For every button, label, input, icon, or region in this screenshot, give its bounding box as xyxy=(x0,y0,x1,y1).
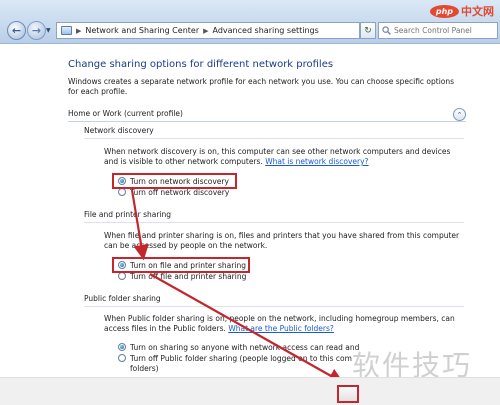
radio-button[interactable] xyxy=(118,272,126,280)
radio-button[interactable] xyxy=(118,177,126,185)
radio-turn-on-network-discovery[interactable]: Turn on network discovery xyxy=(118,176,229,186)
radio-button[interactable] xyxy=(118,188,126,196)
search-icon xyxy=(382,26,391,35)
radio-label[interactable]: Turn on network discovery xyxy=(130,177,229,186)
search-input[interactable] xyxy=(382,26,497,35)
breadcrumb-separator[interactable]: ▶ xyxy=(76,27,81,35)
radio-turn-on-file-sharing[interactable]: Turn on file and printer sharing xyxy=(118,260,246,270)
address-bar[interactable]: ▶ Network and Sharing Center ▶ Advanced … xyxy=(56,22,360,39)
radio-label[interactable]: Turn off file and printer sharing xyxy=(130,272,246,281)
page-intro: Windows creates a separate network profi… xyxy=(68,77,455,96)
radio-label[interactable]: Turn off network discovery xyxy=(130,188,229,197)
save-changes-button[interactable] xyxy=(337,385,359,403)
breadcrumb-advanced-sharing[interactable]: Advanced sharing settings xyxy=(213,26,319,35)
network-discovery-help-link[interactable]: What is network discovery? xyxy=(265,157,368,166)
bottom-button-bar xyxy=(0,377,500,405)
back-arrow-icon: ← xyxy=(11,24,22,37)
public-folder-help-link[interactable]: What are the Public folders? xyxy=(228,324,334,333)
site-watermark: php 中文网 xyxy=(429,3,494,19)
radio-label[interactable]: Turn on sharing so anyone with network a… xyxy=(130,343,359,352)
network-discovery-divider xyxy=(84,138,464,139)
radio-turn-off-file-sharing[interactable]: Turn off file and printer sharing xyxy=(118,271,246,281)
search-box[interactable] xyxy=(378,22,498,39)
back-button[interactable]: ← xyxy=(7,21,26,40)
radio-label-continuation: folders) xyxy=(130,364,159,373)
radio-button[interactable] xyxy=(118,343,126,351)
refresh-button[interactable]: ↻ xyxy=(360,22,376,39)
profile-header: Home or Work (current profile) xyxy=(68,109,183,118)
radio-label[interactable]: Turn off Public folder sharing (people l… xyxy=(130,354,352,363)
refresh-icon: ↻ xyxy=(364,25,372,36)
public-folder-heading: Public folder sharing xyxy=(84,294,161,303)
forward-arrow-icon: → xyxy=(31,24,42,37)
radio-turn-on-public-sharing[interactable]: Turn on sharing so anyone with network a… xyxy=(118,342,359,352)
window-toolbar: ← → ▼ ▶ Network and Sharing Center ▶ Adv… xyxy=(0,0,500,44)
public-folder-description: When Public folder sharing is on, people… xyxy=(104,314,464,334)
settings-content: Change sharing options for different net… xyxy=(0,44,500,405)
radio-label[interactable]: Turn on file and printer sharing xyxy=(130,261,246,270)
forward-button[interactable]: → xyxy=(27,21,46,40)
file-printer-divider xyxy=(84,222,464,223)
breadcrumb-network-sharing-center[interactable]: Network and Sharing Center xyxy=(85,26,199,35)
file-printer-heading: File and printer sharing xyxy=(84,210,172,219)
radio-turn-off-network-discovery[interactable]: Turn off network discovery xyxy=(118,187,229,197)
page-title: Change sharing options for different net… xyxy=(68,59,334,70)
radio-turn-off-public-sharing[interactable]: Turn off Public folder sharing (people l… xyxy=(118,353,352,363)
collapse-profile-button[interactable]: ⌃ xyxy=(453,108,466,121)
recent-pages-dropdown[interactable]: ▼ xyxy=(46,27,51,34)
breadcrumb-separator[interactable]: ▶ xyxy=(203,27,208,35)
profile-divider xyxy=(68,121,466,122)
network-discovery-description: When network discovery is on, this compu… xyxy=(104,147,464,167)
network-discovery-heading: Network discovery xyxy=(84,126,154,135)
chevron-up-icon: ⌃ xyxy=(456,110,463,119)
radio-button[interactable] xyxy=(118,354,126,362)
watermark-logo: php xyxy=(429,4,459,18)
public-folder-divider xyxy=(84,306,464,307)
watermark-text: 中文网 xyxy=(461,5,494,18)
file-printer-description: When file and printer sharing is on, fil… xyxy=(104,231,460,250)
control-panel-icon xyxy=(61,26,72,35)
radio-button[interactable] xyxy=(118,261,126,269)
